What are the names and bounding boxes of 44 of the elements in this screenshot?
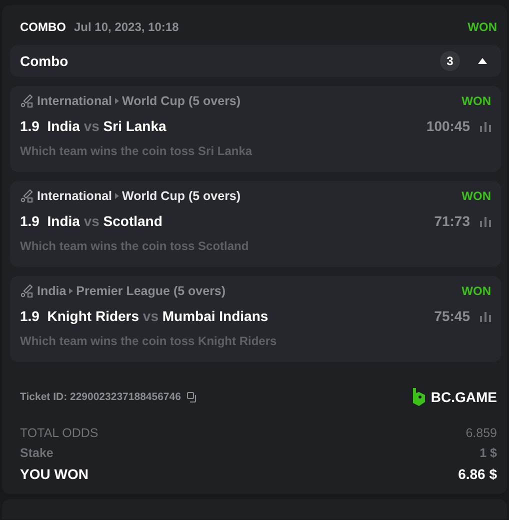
bet-type: COMBO xyxy=(20,20,66,34)
summary-label: Stake xyxy=(20,446,54,460)
category-label: India xyxy=(37,284,66,298)
summary-label: TOTAL ODDS xyxy=(20,426,98,440)
bet-date: Jul 10, 2023, 10:18 xyxy=(74,20,180,34)
match-score: 71:73 xyxy=(434,213,470,229)
selection-count: 3 xyxy=(440,51,460,71)
league-label: World Cup (5 overs) xyxy=(122,189,241,203)
league-label: World Cup (5 overs) xyxy=(122,94,241,108)
chevron-icon xyxy=(69,288,74,294)
cricket-icon xyxy=(20,284,34,298)
chevron-icon xyxy=(115,98,120,104)
combo-bar[interactable]: Combo 3 xyxy=(10,45,501,77)
market-text: Which team wins the coin toss Sri Lanka xyxy=(20,144,252,158)
category-label: International xyxy=(37,94,112,108)
market-text: Which team wins the coin toss Knight Riders xyxy=(20,334,277,348)
cricket-icon xyxy=(20,94,34,108)
category-label: International xyxy=(37,189,112,203)
summary-value: 6.86 $ xyxy=(458,466,497,482)
bet-status: WON xyxy=(468,20,497,34)
bet-status: WON xyxy=(462,189,491,203)
chevron-icon xyxy=(115,193,120,199)
stats-icon[interactable] xyxy=(480,216,491,226)
bet-status: WON xyxy=(462,94,491,108)
match-teams: 1.9 India vs Scotland xyxy=(20,213,164,229)
match-teams: 1.9 India vs Sri Lanka xyxy=(20,118,168,134)
copy-icon[interactable] xyxy=(186,392,198,402)
cricket-icon xyxy=(20,189,34,203)
stats-icon[interactable] xyxy=(480,120,491,132)
league-label: Premier League (5 overs) xyxy=(76,284,226,298)
summary-value: 1 $ xyxy=(480,446,497,460)
market-text: Which team wins the coin toss Scotland xyxy=(20,239,249,253)
caret-icon xyxy=(478,58,487,64)
bet-status: WON xyxy=(462,284,491,298)
match-teams: 1.9 Knight Riders vs Mumbai Indians xyxy=(20,308,270,324)
stats-icon[interactable] xyxy=(480,310,491,322)
match-score: 100:45 xyxy=(426,118,470,134)
logo-icon xyxy=(412,388,426,406)
match-score: 75:45 xyxy=(434,308,470,324)
brand-name: BC.GAME xyxy=(430,389,497,405)
summary-label: YOU WON xyxy=(20,466,88,482)
combo-title: Combo xyxy=(20,53,70,69)
ticket-id: Ticket ID: 2290023237188456746 xyxy=(20,391,181,403)
summary-value: 6.859 xyxy=(466,426,497,440)
